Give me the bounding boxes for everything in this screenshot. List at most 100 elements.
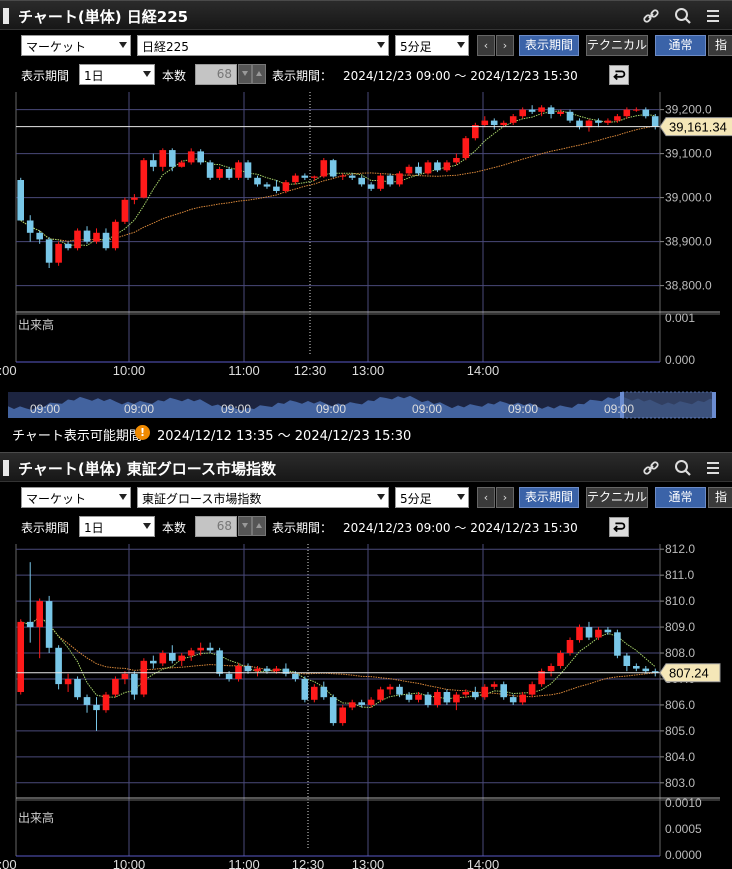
- symbol-select[interactable]: 東証グロース市場指数: [137, 487, 389, 508]
- candle-body: [273, 186, 280, 191]
- candle-body: [178, 162, 185, 167]
- chevron-up-icon: [256, 523, 262, 528]
- interval-select[interactable]: 5分足: [395, 487, 469, 508]
- price-chart[interactable]: 812.0811.0810.0809.0808.0807.0806.0805.0…: [0, 540, 732, 869]
- market-select[interactable]: マーケット: [21, 35, 131, 56]
- next-button[interactable]: ›: [496, 35, 514, 56]
- candle: [216, 166, 223, 180]
- undo-button[interactable]: [609, 65, 629, 85]
- price-chart[interactable]: 39,200.0 39,100.0 39,000.0 38,900.0 38,800.0…: [0, 88, 732, 452]
- candle-body: [74, 230, 81, 249]
- candle-body: [490, 120, 498, 125]
- candle: [566, 109, 574, 123]
- count-decrement-button[interactable]: [238, 516, 252, 536]
- candle: [595, 627, 602, 641]
- link-icon[interactable]: [641, 458, 661, 478]
- display-period-button[interactable]: 表示期間: [519, 35, 579, 56]
- candle-body: [225, 673, 233, 679]
- count-increment-button[interactable]: [252, 516, 266, 536]
- period-select[interactable]: 1日: [79, 64, 155, 85]
- candle-body: [17, 180, 24, 221]
- candle: [405, 164, 413, 176]
- candle: [225, 166, 233, 180]
- prev-button[interactable]: ‹: [477, 487, 495, 508]
- technical-button[interactable]: テクニカル: [586, 487, 648, 508]
- y-tick-label: 38,900.0: [665, 235, 712, 249]
- candle-body: [17, 621, 24, 692]
- y-tick-label: 38,800.0: [665, 279, 712, 293]
- link-icon[interactable]: [641, 6, 661, 26]
- candle: [102, 691, 110, 713]
- candle: [424, 160, 432, 175]
- candle-body: [169, 653, 176, 661]
- candle: [64, 241, 72, 251]
- menu-icon[interactable]: [703, 6, 723, 26]
- candle-body: [557, 111, 564, 114]
- candle-body: [55, 647, 62, 685]
- candle-body: [547, 666, 555, 672]
- chevron-down-icon: [457, 494, 465, 500]
- candle: [292, 173, 299, 185]
- candle-body: [490, 684, 498, 687]
- warning-icon[interactable]: !: [135, 425, 150, 440]
- navigator-tick-label: 09:00: [508, 402, 538, 416]
- index-mode-button[interactable]: 指: [708, 487, 732, 508]
- count-increment-button[interactable]: [252, 64, 266, 84]
- y-tick-label: 804.0: [665, 750, 695, 764]
- volume-tick-label: 0.0010: [665, 796, 702, 810]
- panel-marker: [3, 460, 9, 476]
- count-input[interactable]: 68: [195, 516, 237, 537]
- candle-body: [481, 686, 489, 698]
- volume-label: 出来高: [18, 317, 54, 332]
- menu-icon[interactable]: [703, 458, 723, 478]
- candle-body: [150, 660, 157, 664]
- x-tick-label: 14:00: [467, 857, 500, 869]
- candle-body: [614, 116, 621, 121]
- display-period-button[interactable]: 表示期間: [519, 487, 579, 508]
- candle-body: [642, 109, 650, 117]
- candle-body: [519, 694, 526, 703]
- candle: [642, 107, 650, 119]
- candle-body: [547, 107, 555, 114]
- candle: [462, 689, 470, 698]
- candle-body: [140, 660, 148, 695]
- candle: [329, 694, 337, 726]
- candle-body: [263, 184, 271, 187]
- technical-button[interactable]: テクニカル: [586, 35, 648, 56]
- toolbar-period: 表示期間 1日 本数 68 表示期間： 2024/12/23 09:00 〜 2…: [0, 510, 732, 540]
- candle: [301, 676, 309, 703]
- x-tick-label: 12:30: [294, 363, 327, 378]
- candle-body: [55, 243, 62, 263]
- market-select[interactable]: マーケット: [21, 487, 131, 508]
- search-icon[interactable]: [673, 6, 693, 26]
- symbol-select[interactable]: 日経225: [137, 35, 389, 56]
- index-mode-button[interactable]: 指: [708, 35, 732, 56]
- y-tick-label: 39,100.0: [665, 147, 712, 161]
- chevron-down-icon: [119, 494, 127, 500]
- period-select[interactable]: 1日: [79, 516, 155, 537]
- candle-body: [595, 120, 602, 123]
- candle: [140, 658, 148, 698]
- count-decrement-button[interactable]: [238, 64, 252, 84]
- normal-mode-button[interactable]: 通常: [655, 35, 706, 56]
- undo-button[interactable]: [609, 517, 629, 537]
- candle: [301, 173, 309, 180]
- prev-button[interactable]: ‹: [477, 35, 495, 56]
- candle-body: [424, 694, 432, 705]
- market-select-value: マーケット: [26, 40, 87, 54]
- candle-body: [254, 177, 261, 185]
- search-icon[interactable]: [673, 458, 693, 478]
- next-button[interactable]: ›: [496, 487, 514, 508]
- candle-body: [26, 621, 34, 628]
- candle-body: [45, 601, 53, 648]
- chevron-down-icon: [242, 523, 248, 528]
- navigator-handle-right: [712, 392, 716, 418]
- count-input[interactable]: 68: [195, 64, 237, 85]
- x-tick-label: 14:00: [467, 363, 500, 378]
- y-tick-label: 806.0: [665, 698, 695, 712]
- candle: [311, 684, 318, 703]
- candle: [585, 119, 593, 132]
- interval-select[interactable]: 5分足: [395, 35, 469, 56]
- candle: [481, 116, 489, 128]
- normal-mode-button[interactable]: 通常: [655, 487, 706, 508]
